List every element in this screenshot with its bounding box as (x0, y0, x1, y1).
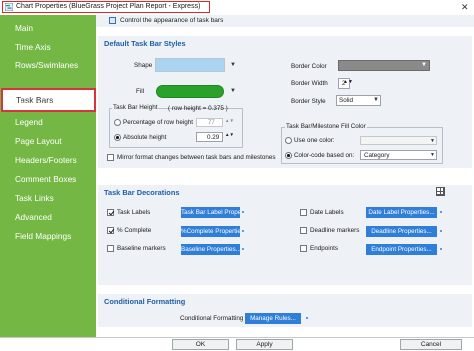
one-color-select[interactable]: ▼ (360, 136, 437, 145)
chevron-down-icon[interactable]: ▼ (230, 62, 236, 68)
color-code-radio[interactable] (285, 152, 292, 159)
conditional-label: Conditional Formatting (180, 315, 244, 322)
use-one-color-label: Use one color: (294, 137, 335, 144)
row-height-note: ( row height = 0.375 ) (168, 105, 228, 112)
manage-rules-button[interactable]: Manage Rules... (245, 313, 301, 324)
shape-label: Shape (134, 62, 153, 69)
endpoint-properties-button[interactable]: Endpoint Properties... (366, 244, 437, 255)
chevron-down-icon: ▼ (430, 152, 435, 158)
task-labels-checkbox[interactable] (107, 209, 114, 216)
baseline-properties-button[interactable]: Baseline Properties... (181, 244, 240, 255)
percent-complete-checkbox[interactable] (107, 227, 114, 234)
sidebar-item-time-axis[interactable]: Time Axis (15, 42, 51, 52)
deadline-markers-label: Deadline markers (310, 227, 360, 234)
window-title-highlight: Chart Properties (BlueGrass Project Plan… (2, 1, 210, 13)
percentage-label: Percentage of row height (123, 119, 194, 126)
use-one-color-radio[interactable] (285, 137, 292, 144)
ok-button[interactable]: OK (172, 339, 229, 350)
chevron-down-icon[interactable]: ▼ (421, 62, 427, 68)
sidebar-item-task-links[interactable]: Task Links (15, 193, 54, 203)
baseline-markers-checkbox[interactable] (107, 245, 114, 252)
color-code-label: Color-code based on: (294, 152, 355, 159)
task-labels-label: Task Labels (117, 209, 151, 216)
deadline-properties-button[interactable]: Deadline Properties... (366, 226, 437, 237)
task-bar-icon (109, 17, 116, 24)
cancel-button[interactable]: Cancel (400, 339, 462, 350)
fill-label: Fill (136, 88, 145, 95)
date-label-properties-button[interactable]: Date Label Properties... (366, 207, 437, 218)
chevron-down-icon: ▼ (430, 138, 435, 144)
endpoints-checkbox[interactable] (300, 245, 307, 252)
title-bar: Chart Properties (BlueGrass Project Plan… (0, 0, 474, 15)
sidebar-item-page-layout[interactable]: Page Layout (15, 136, 62, 146)
percent-complete-properties-button[interactable]: %Complete Properties... (181, 226, 240, 237)
indicator-dot (242, 230, 244, 232)
mirror-checkbox[interactable] (107, 154, 114, 161)
indicator-dot (242, 248, 244, 250)
sidebar-item-main[interactable]: Main (15, 23, 33, 33)
baseline-markers-label: Baseline markers (117, 245, 166, 252)
sidebar-item-advanced[interactable]: Advanced (15, 212, 52, 222)
shape-swatch[interactable] (155, 58, 225, 72)
indicator-dot (242, 211, 244, 213)
indicator-dot (440, 248, 442, 250)
fill-color-title: Task Bar/Milestone Fill Color (285, 123, 367, 130)
app-icon (5, 3, 13, 11)
task-bar-height-title: Task Bar Height (112, 104, 159, 111)
percentage-radio[interactable] (114, 119, 121, 126)
chevron-down-icon[interactable]: ▼ (230, 88, 236, 94)
sidebar-item-milestones[interactable]: Milestones (15, 99, 55, 109)
deadline-markers-checkbox[interactable] (300, 227, 307, 234)
indicator-dot (440, 230, 442, 232)
border-style-value: Solid (339, 97, 354, 104)
task-bar-height-group (109, 108, 243, 148)
fill-swatch[interactable] (156, 85, 224, 98)
border-style-label: Border Style (291, 98, 326, 105)
sidebar: Main Time Axis Rows/Swimlanes Task Bars … (0, 15, 96, 337)
sidebar-item-comment-boxes[interactable]: Comment Boxes (15, 174, 76, 184)
indicator-dot (440, 211, 442, 213)
color-code-select[interactable]: Category ▼ (360, 150, 437, 160)
percent-complete-label: % Complete (117, 227, 152, 234)
border-width-label: Border Width (291, 80, 328, 87)
default-styles-title: Default Task Bar Styles (104, 39, 186, 48)
border-color-swatch[interactable] (338, 60, 430, 71)
spinner-up-down-icon[interactable]: ▲▼ (343, 79, 353, 85)
date-labels-checkbox[interactable] (300, 209, 307, 216)
page-description: Control the appearance of task bars (120, 17, 224, 24)
task-bar-label-properties-button[interactable]: Task Bar Label Properties... (181, 207, 240, 218)
mirror-label: Mirror format changes between task bars … (117, 154, 276, 161)
absolute-value: 0.29 (207, 134, 220, 141)
spinner-up-down-icon: ▲▼ (225, 118, 234, 123)
spinner-up-down-icon[interactable]: ▲▼ (225, 132, 234, 137)
percentage-input[interactable]: 77 (196, 118, 223, 127)
apply-button[interactable]: Apply (236, 339, 293, 350)
chevron-down-icon: ▼ (373, 97, 379, 103)
absolute-input[interactable]: 0.29 (196, 132, 223, 142)
close-icon[interactable]: ✕ (461, 2, 469, 13)
window-title: Chart Properties (BlueGrass Project Plan… (16, 3, 201, 10)
date-labels-label: Date Labels (310, 209, 344, 216)
percentage-value: 77 (208, 120, 215, 126)
indicator-dot (306, 317, 308, 319)
sidebar-item-headers-footers[interactable]: Headers/Footers (15, 155, 77, 165)
border-color-label: Border Color (291, 63, 327, 70)
absolute-radio[interactable] (114, 134, 121, 141)
sidebar-item-field-mappings[interactable]: Field Mappings (15, 231, 71, 241)
sidebar-item-legend[interactable]: Legend (15, 117, 43, 127)
absolute-label: Absolute height (123, 134, 167, 141)
decorations-title: Task Bar Decorations (104, 188, 180, 197)
endpoints-label: Endpoints (310, 245, 339, 252)
grid-icon[interactable] (436, 187, 445, 196)
color-code-value: Category (364, 152, 390, 159)
conditional-title: Conditional Formatting (104, 297, 186, 306)
sidebar-item-rows-swimlanes[interactable]: Rows/Swimlanes (15, 60, 78, 70)
border-style-select[interactable]: Solid ▼ (336, 95, 381, 106)
